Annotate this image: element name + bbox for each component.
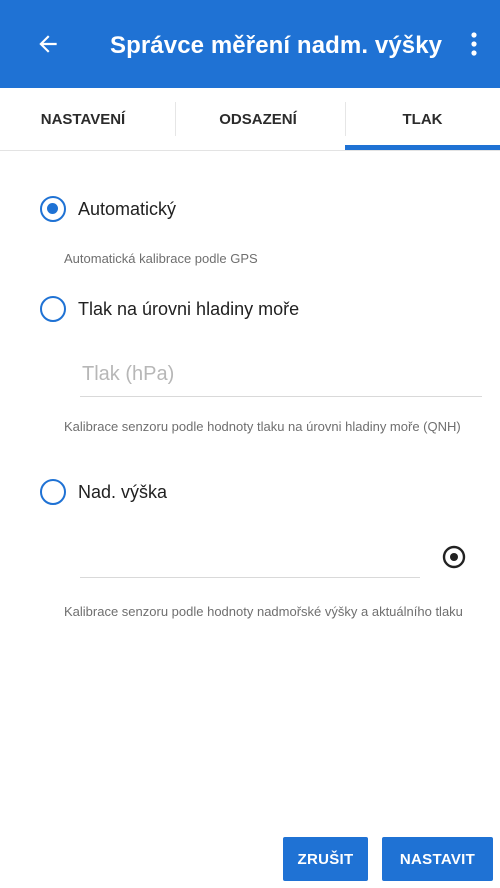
tab-indicator: [345, 145, 500, 150]
set-button[interactable]: NASTAVIT: [382, 837, 493, 881]
locate-button[interactable]: [440, 543, 468, 571]
pressure-input[interactable]: Tlak (hPa): [82, 363, 174, 386]
app-bar: Správce měření nadm. výšky: [0, 0, 500, 88]
pressure-input-underline: [80, 396, 482, 397]
page-title: Správce měření nadm. výšky: [110, 32, 443, 59]
option-sea-level[interactable]: Tlak na úrovni hladiny moře: [40, 296, 299, 322]
cancel-button[interactable]: ZRUŠIT: [283, 837, 368, 881]
option-auto-description: Automatická kalibrace podle GPS: [64, 251, 258, 266]
radio-sea-level[interactable]: [40, 296, 66, 322]
option-auto-label: Automatický: [78, 198, 177, 219]
more-vert-icon: [471, 32, 477, 56]
radio-auto[interactable]: [40, 196, 66, 222]
tab-odsazeni[interactable]: ODSAZENÍ: [175, 88, 341, 150]
tab-bar: NASTAVENÍ ODSAZENÍ TLAK: [0, 88, 500, 151]
option-sea-level-description: Kalibrace senzoru podle hodnoty tlaku na…: [64, 419, 461, 434]
option-auto[interactable]: Automatický: [40, 196, 176, 222]
option-altitude-description: Kalibrace senzoru podle hodnoty nadmořsk…: [64, 604, 463, 619]
tab-nastaveni[interactable]: NASTAVENÍ: [0, 88, 166, 150]
option-altitude[interactable]: Nad. výška: [40, 479, 167, 505]
option-altitude-label: Nad. výška: [78, 481, 168, 502]
gps-fixed-icon: [442, 545, 466, 569]
back-button[interactable]: [28, 24, 68, 64]
altitude-input[interactable]: [80, 577, 420, 578]
option-sea-level-label: Tlak na úrovni hladiny moře: [78, 298, 300, 319]
tab-tlak[interactable]: TLAK: [345, 88, 500, 150]
radio-altitude[interactable]: [40, 479, 66, 505]
overflow-menu-button[interactable]: [458, 24, 490, 64]
arrow-left-icon: [39, 35, 57, 53]
